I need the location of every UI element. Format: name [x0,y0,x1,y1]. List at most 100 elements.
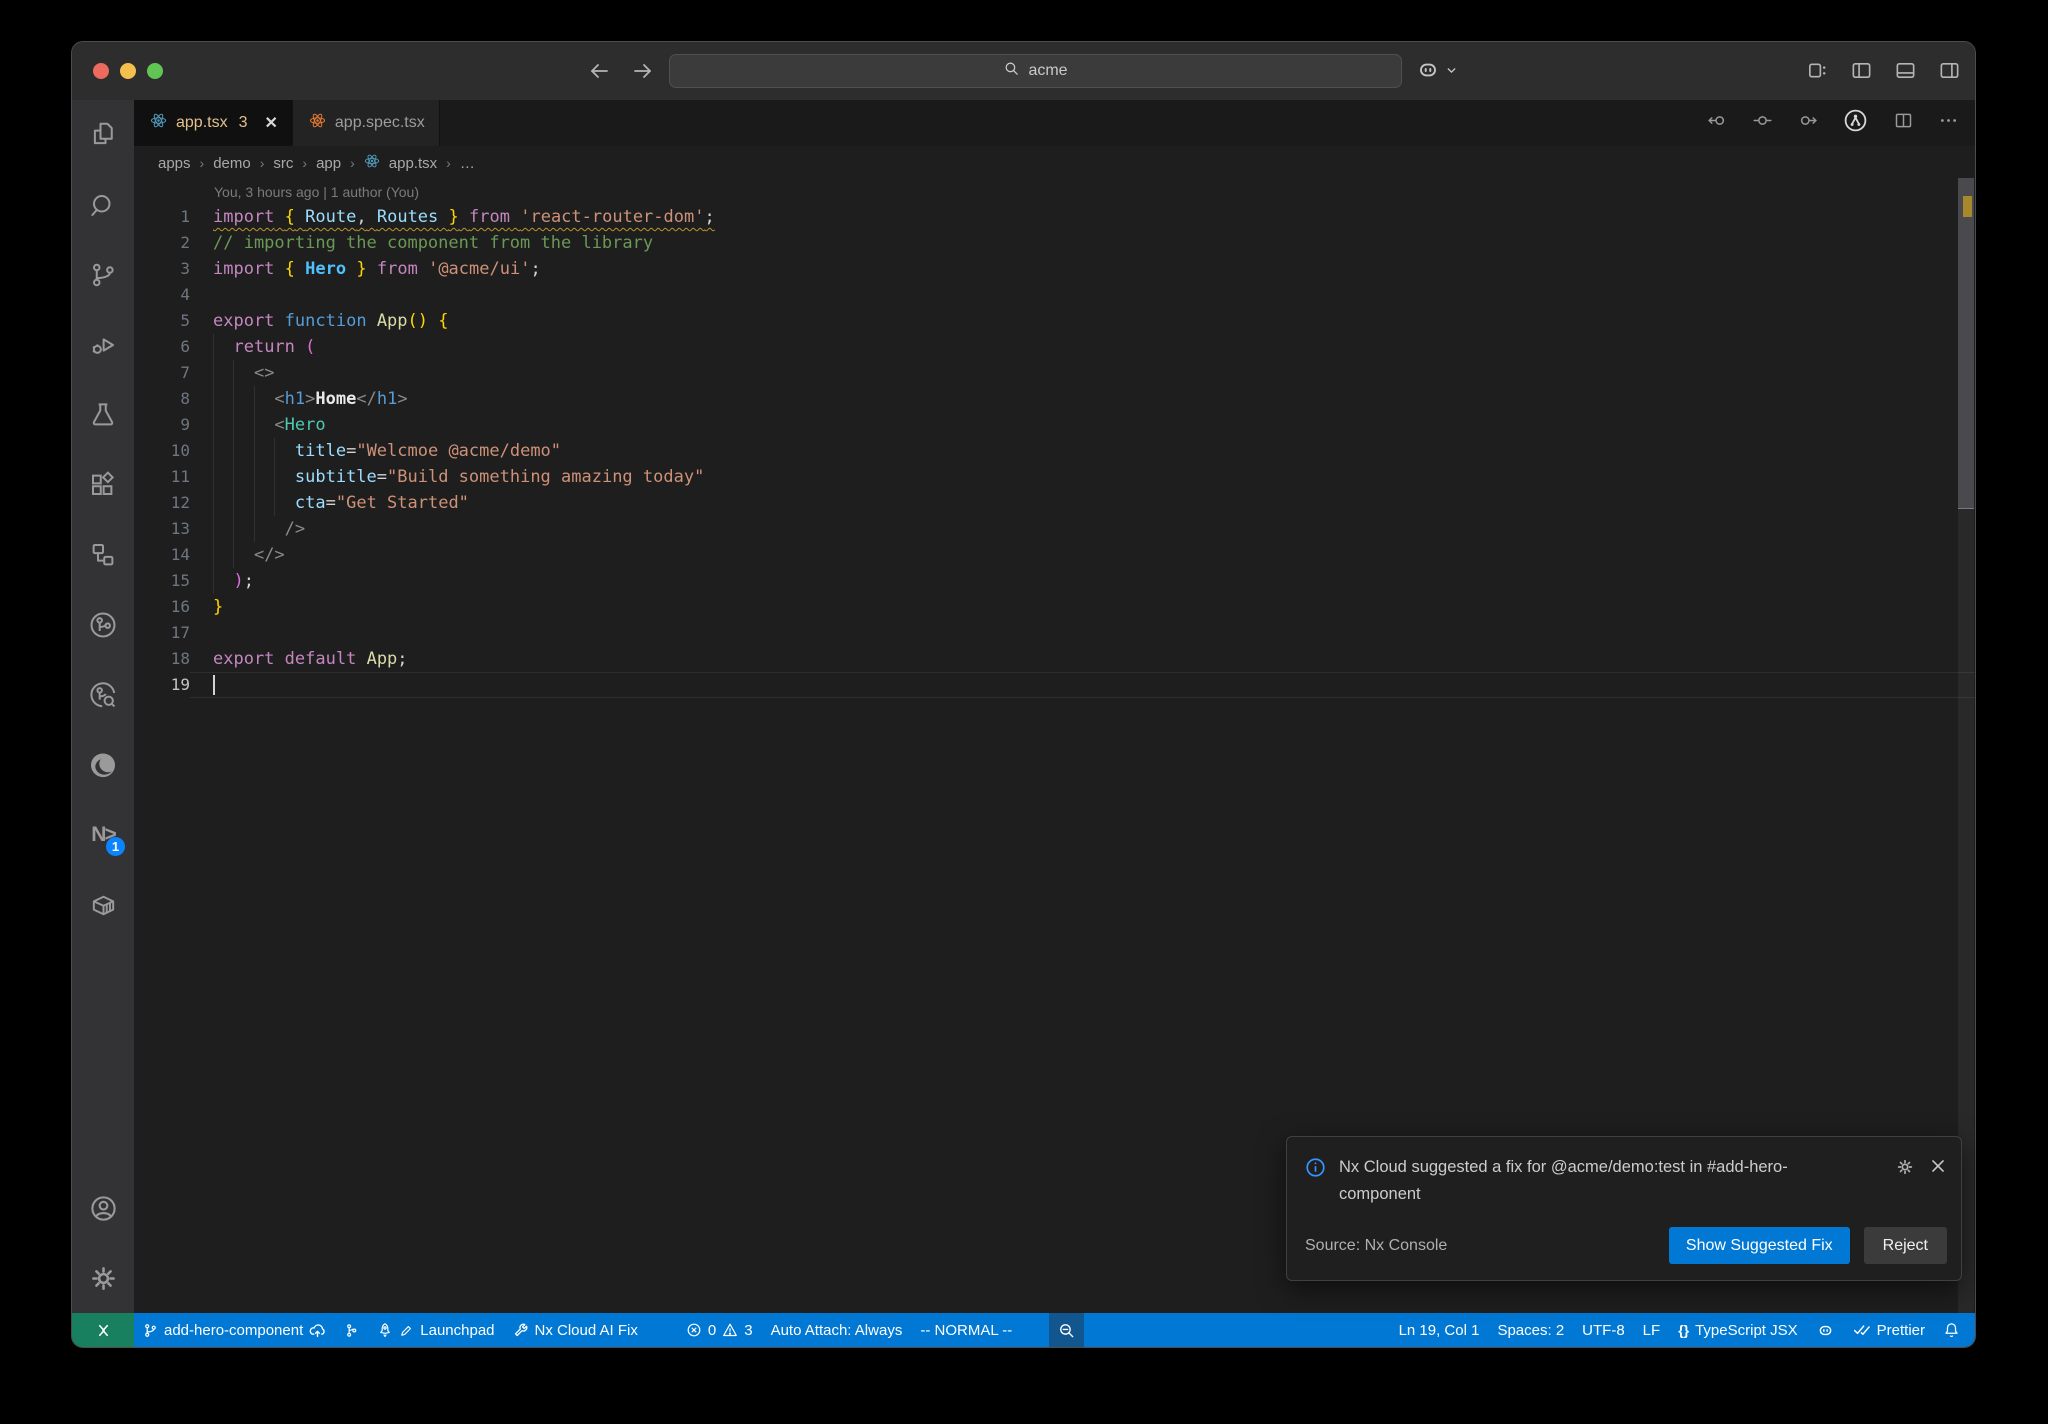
line-number[interactable]: 12 [134,490,190,516]
code-line[interactable]: 7 <> [134,360,1975,386]
graph-circle-icon[interactable] [1842,107,1869,139]
code-line[interactable]: 8 <h1>Home</h1> [134,386,1975,412]
language-status[interactable]: {} TypeScript JSX [1669,1313,1806,1347]
line-number[interactable]: 10 [134,438,190,464]
nx-cloud-fix-status[interactable]: Nx Cloud AI Fix [504,1313,647,1347]
reject-button[interactable]: Reject [1863,1227,1947,1264]
line-number[interactable]: 19 [134,672,190,698]
code-line[interactable]: 5 export function App() { [134,308,1975,334]
breadcrumb-item[interactable]: src [273,155,293,172]
problems-status[interactable]: 0 3 [677,1313,762,1347]
scrollbar-thumb[interactable] [1958,178,1974,509]
zoom-status[interactable] [1049,1313,1085,1347]
next-change-icon[interactable] [1797,110,1818,136]
line-number[interactable]: 7 [134,360,190,386]
code-line[interactable]: 17 [134,620,1975,646]
activity-run-debug[interactable] [72,310,134,380]
code-line[interactable]: 14 </> [134,542,1975,568]
line-number[interactable]: 15 [134,568,190,594]
eol-status[interactable]: LF [1634,1313,1670,1347]
gear-icon[interactable] [1895,1157,1915,1182]
toggle-secondary-sidebar-icon[interactable] [1938,59,1961,87]
breadcrumb-item[interactable]: apps [158,155,191,172]
code-line[interactable]: 15 ); [134,568,1975,594]
cursor-position-status[interactable]: Ln 19, Col 1 [1390,1313,1489,1347]
tab-app-tsx[interactable]: app.tsx 3 ✕ [134,100,293,146]
line-number[interactable]: 6 [134,334,190,360]
code-line[interactable]: 19 [134,672,1975,698]
forward-icon[interactable] [631,59,655,83]
line-number[interactable]: 17 [134,620,190,646]
line-number[interactable]: 8 [134,386,190,412]
show-suggested-fix-button[interactable]: Show Suggested Fix [1668,1227,1850,1264]
line-number[interactable]: 18 [134,646,190,672]
close-window-button[interactable] [93,63,109,79]
line-number[interactable]: 9 [134,412,190,438]
prettier-status[interactable]: Prettier [1844,1313,1934,1347]
toggle-panel-icon[interactable] [1894,59,1917,87]
close-icon[interactable] [1929,1157,1947,1182]
vim-mode-status[interactable]: -- NORMAL -- [911,1313,1021,1347]
line-number[interactable]: 2 [134,230,190,256]
line-number[interactable]: 11 [134,464,190,490]
line-number[interactable]: 4 [134,282,190,308]
code-line[interactable]: 18 export default App; [134,646,1975,672]
breadcrumb-item[interactable]: app [316,155,341,172]
code-line[interactable]: 13 /> [134,516,1975,542]
close-icon[interactable]: ✕ [265,113,278,133]
breadcrumb-more[interactable]: … [460,155,475,172]
back-icon[interactable] [587,59,611,83]
more-actions-icon[interactable] [1938,110,1959,136]
launchpad-status[interactable]: Launchpad [368,1313,503,1347]
activity-settings[interactable] [72,1243,134,1313]
activity-explorer[interactable] [72,100,134,170]
line-number[interactable]: 5 [134,308,190,334]
code-line[interactable]: 3 import { Hero } from '@acme/ui'; [134,256,1975,282]
notifications-bell[interactable] [1934,1313,1969,1347]
remote-indicator[interactable] [72,1313,134,1347]
copilot-menu[interactable] [1415,57,1458,88]
activity-edge-tools[interactable] [72,730,134,800]
code-line[interactable]: 2// importing the component from the lib… [134,230,1975,256]
customize-layout-icon[interactable] [1806,59,1829,87]
code-line[interactable]: 16} [134,594,1975,620]
gitlens-blame[interactable]: You, 3 hours ago | 1 author (You) [134,180,1975,204]
code-line[interactable]: 12 cta="Get Started" [134,490,1975,516]
encoding-status[interactable]: UTF-8 [1573,1313,1634,1347]
activity-accounts[interactable] [72,1173,134,1243]
code-line[interactable]: 9 <Hero [134,412,1975,438]
auto-attach-status[interactable]: Auto Attach: Always [762,1313,912,1347]
activity-remote-explorer[interactable] [72,520,134,590]
line-number[interactable]: 14 [134,542,190,568]
tab-app-spec-tsx[interactable]: app.spec.tsx [292,100,440,146]
prev-change-icon[interactable] [1707,110,1728,136]
activity-graph-search[interactable] [72,660,134,730]
line-number[interactable]: 1 [134,204,190,230]
activity-nx-console[interactable]: N> 1 [72,800,134,870]
activity-containers[interactable] [72,870,134,940]
breadcrumb-item[interactable]: demo [213,155,251,172]
split-editor-icon[interactable] [1893,110,1914,136]
line-number[interactable]: 13 [134,516,190,542]
copilot-status[interactable] [1807,1313,1844,1347]
activity-source-control[interactable] [72,240,134,310]
line-number[interactable]: 3 [134,256,190,282]
code-line[interactable]: 11 subtitle="Build something amazing tod… [134,464,1975,490]
code-line[interactable]: 6 return ( [134,334,1975,360]
activity-search[interactable] [72,170,134,240]
code-line[interactable]: 10 title="Welcmoe @acme/demo" [134,438,1975,464]
minimize-window-button[interactable] [120,63,136,79]
breadcrumb-file[interactable]: app.tsx [389,155,437,172]
activity-testing[interactable] [72,380,134,450]
activity-extensions[interactable] [72,450,134,520]
toggle-primary-sidebar-icon[interactable] [1850,59,1873,87]
code-line[interactable]: 1 import { Route, Routes } from 'react-ro… [134,204,1975,230]
commit-graph-status[interactable] [335,1313,368,1347]
branch-status[interactable]: add-hero-component [134,1313,335,1347]
code-line[interactable]: 4 [134,282,1975,308]
line-number[interactable]: 16 [134,594,190,620]
activity-commit-graph[interactable] [72,590,134,660]
maximize-window-button[interactable] [147,63,163,79]
current-change-icon[interactable] [1752,110,1773,136]
command-center-search[interactable]: acme [669,54,1402,88]
